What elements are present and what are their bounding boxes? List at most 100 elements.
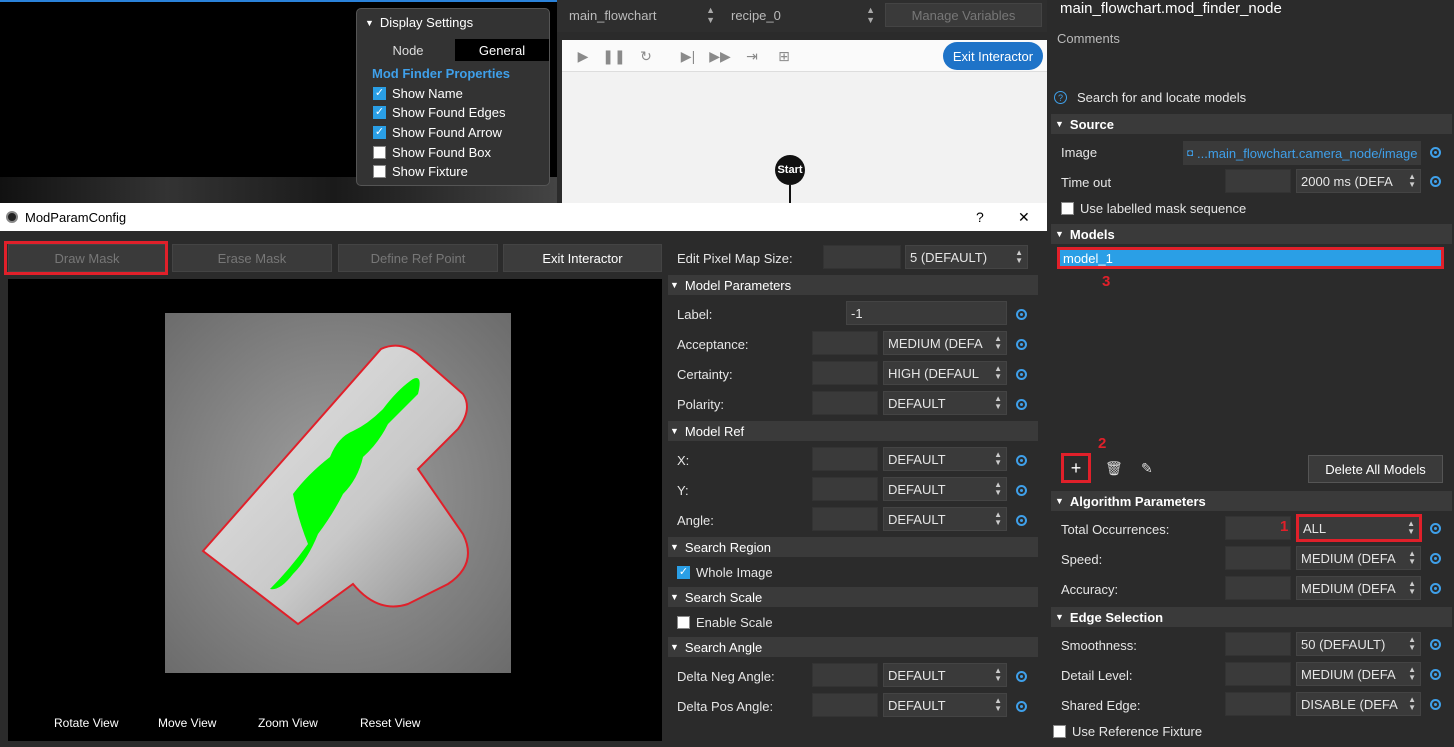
timeout-combo[interactable]: 2000 ms (DEFA ▲ ▼: [1296, 169, 1421, 193]
whole-image-checkbox[interactable]: Whole Image: [677, 565, 773, 580]
step-into-icon[interactable]: ⇥: [743, 47, 761, 65]
angle-combo[interactable]: DEFAULT ▲ ▼: [883, 507, 1007, 531]
dialog-title-bar[interactable]: ModParamConfig ? ✕: [0, 203, 1047, 231]
exit-interactor-top-button[interactable]: Exit Interactor: [943, 42, 1043, 70]
delta-neg-angle-input[interactable]: [812, 663, 878, 687]
close-icon[interactable]: ✕: [1018, 209, 1030, 226]
show-fixture-checkbox[interactable]: Show Fixture: [373, 162, 468, 180]
move-view-button[interactable]: Move View: [158, 716, 216, 730]
detail-level-radio[interactable]: [1430, 669, 1441, 680]
use-reference-fixture-checkbox[interactable]: Use Reference Fixture: [1053, 724, 1202, 739]
delta-neg-angle-combo[interactable]: DEFAULT ▲ ▼: [883, 663, 1007, 687]
recipe-select[interactable]: recipe_0 ▲ ▼: [723, 4, 881, 26]
enable-scale-checkbox[interactable]: Enable Scale: [677, 615, 773, 630]
search-scale-header[interactable]: ▼ Search Scale: [668, 587, 1038, 607]
label-input[interactable]: -1: [846, 301, 1007, 325]
total-occurrences-radio[interactable]: [1430, 523, 1441, 534]
play-icon[interactable]: ▶: [574, 47, 592, 65]
detail-level-input[interactable]: [1225, 662, 1291, 686]
step-out-icon[interactable]: ⊞: [775, 47, 793, 65]
mask-sequence-checkbox[interactable]: Use labelled mask sequence: [1061, 201, 1246, 216]
acceptance-combo[interactable]: MEDIUM (DEFA ▲ ▼: [883, 331, 1007, 355]
certainty-combo[interactable]: HIGH (DEFAUL ▲ ▼: [883, 361, 1007, 385]
acceptance-input[interactable]: [812, 331, 878, 355]
y-combo[interactable]: DEFAULT ▲ ▼: [883, 477, 1007, 501]
accuracy-input[interactable]: [1225, 576, 1291, 600]
polarity-input[interactable]: [812, 391, 878, 415]
shared-edge-input[interactable]: [1225, 692, 1291, 716]
erase-mask-button[interactable]: Erase Mask: [172, 244, 332, 272]
search-region-header[interactable]: ▼ Search Region: [668, 537, 1038, 557]
help-icon[interactable]: ?: [1054, 91, 1067, 104]
delete-all-models-button[interactable]: Delete All Models: [1308, 455, 1443, 483]
properties-panel: main_flowchart.mod_finder_node Comments …: [1047, 0, 1454, 747]
flowchart-select[interactable]: main_flowchart ▲ ▼: [561, 4, 721, 26]
model-parameters-header[interactable]: ▼ Model Parameters: [668, 275, 1038, 295]
tab-node[interactable]: Node: [361, 39, 455, 61]
source-section-header[interactable]: ▼ Source: [1051, 114, 1452, 134]
reload-icon[interactable]: ↻: [637, 47, 655, 65]
x-input[interactable]: [812, 447, 878, 471]
polarity-radio[interactable]: [1016, 399, 1027, 410]
y-radio[interactable]: [1016, 485, 1027, 496]
speed-input[interactable]: [1225, 546, 1291, 570]
timeout-input[interactable]: [1225, 169, 1291, 193]
accuracy-combo[interactable]: MEDIUM (DEFA ▲ ▼: [1296, 576, 1421, 600]
edit-pencil-icon[interactable]: ✎: [1141, 460, 1153, 477]
certainty-input[interactable]: [812, 361, 878, 385]
checkbox-checked-icon: [373, 86, 386, 100]
define-ref-point-button[interactable]: Define Ref Point: [338, 244, 498, 272]
reset-view-button[interactable]: Reset View: [360, 716, 420, 730]
pause-icon[interactable]: ❚❚: [602, 47, 625, 65]
x-radio[interactable]: [1016, 455, 1027, 466]
fast-forward-icon[interactable]: ▶▶: [709, 47, 731, 65]
acceptance-radio[interactable]: [1016, 339, 1027, 350]
delta-neg-angle-radio[interactable]: [1016, 671, 1027, 682]
comments-field[interactable]: Comments: [1057, 31, 1120, 46]
show-name-checkbox[interactable]: Show Name: [373, 84, 463, 102]
pixel-map-size-combo[interactable]: 5 (DEFAULT) ▲ ▼: [905, 245, 1028, 269]
delta-pos-angle-radio[interactable]: [1016, 701, 1027, 712]
accuracy-radio[interactable]: [1430, 583, 1441, 594]
delta-pos-angle-input[interactable]: [812, 693, 878, 717]
start-node[interactable]: Start: [775, 155, 805, 185]
zoom-view-button[interactable]: Zoom View: [258, 716, 318, 730]
tab-general[interactable]: General: [455, 39, 549, 61]
smoothness-input[interactable]: [1225, 632, 1291, 656]
pixel-map-size-input[interactable]: [823, 245, 901, 269]
image-bind-radio[interactable]: [1430, 147, 1441, 158]
models-section-header[interactable]: ▼ Models: [1051, 224, 1452, 244]
speed-combo[interactable]: MEDIUM (DEFA ▲ ▼: [1296, 546, 1421, 570]
edge-selection-header[interactable]: ▼ Edge Selection: [1051, 607, 1452, 627]
rotate-view-button[interactable]: Rotate View: [54, 716, 118, 730]
angle-input[interactable]: [812, 507, 878, 531]
y-input[interactable]: [812, 477, 878, 501]
label-radio[interactable]: [1016, 309, 1027, 320]
model-ref-header[interactable]: ▼ Model Ref: [668, 421, 1038, 441]
show-found-arrow-checkbox[interactable]: Show Found Arrow: [373, 123, 502, 141]
polarity-combo[interactable]: DEFAULT ▲ ▼: [883, 391, 1007, 415]
x-combo[interactable]: DEFAULT ▲ ▼: [883, 447, 1007, 471]
search-angle-header[interactable]: ▼ Search Angle: [668, 637, 1038, 657]
delta-pos-angle-combo[interactable]: DEFAULT ▲ ▼: [883, 693, 1007, 717]
certainty-radio[interactable]: [1016, 369, 1027, 380]
step-icon[interactable]: ▶|: [679, 47, 697, 65]
detail-level-combo[interactable]: MEDIUM (DEFA ▲ ▼: [1296, 662, 1421, 686]
model-image-viewer[interactable]: Rotate View Move View Zoom View Reset Vi…: [8, 279, 662, 741]
timeout-bind-radio[interactable]: [1430, 176, 1441, 187]
angle-radio[interactable]: [1016, 515, 1027, 526]
algorithm-params-header[interactable]: ▼ Algorithm Parameters: [1051, 491, 1452, 511]
manage-variables-button[interactable]: Manage Variables: [885, 3, 1042, 27]
shared-edge-radio[interactable]: [1430, 699, 1441, 710]
show-found-edges-checkbox[interactable]: Show Found Edges: [373, 103, 505, 121]
image-source-link[interactable]: ◘ ...main_flowchart.camera_node/image: [1183, 141, 1421, 165]
delete-icon[interactable]: 🗑: [1105, 460, 1123, 477]
display-settings-header[interactable]: ▼ Display Settings: [365, 15, 473, 30]
shared-edge-combo[interactable]: DISABLE (DEFA ▲ ▼: [1296, 692, 1421, 716]
speed-radio[interactable]: [1430, 553, 1441, 564]
show-found-box-checkbox[interactable]: Show Found Box: [373, 143, 491, 161]
smoothness-combo[interactable]: 50 (DEFAULT) ▲ ▼: [1296, 632, 1421, 656]
help-button[interactable]: ?: [976, 209, 984, 225]
exit-interactor-button[interactable]: Exit Interactor: [503, 244, 662, 272]
smoothness-radio[interactable]: [1430, 639, 1441, 650]
